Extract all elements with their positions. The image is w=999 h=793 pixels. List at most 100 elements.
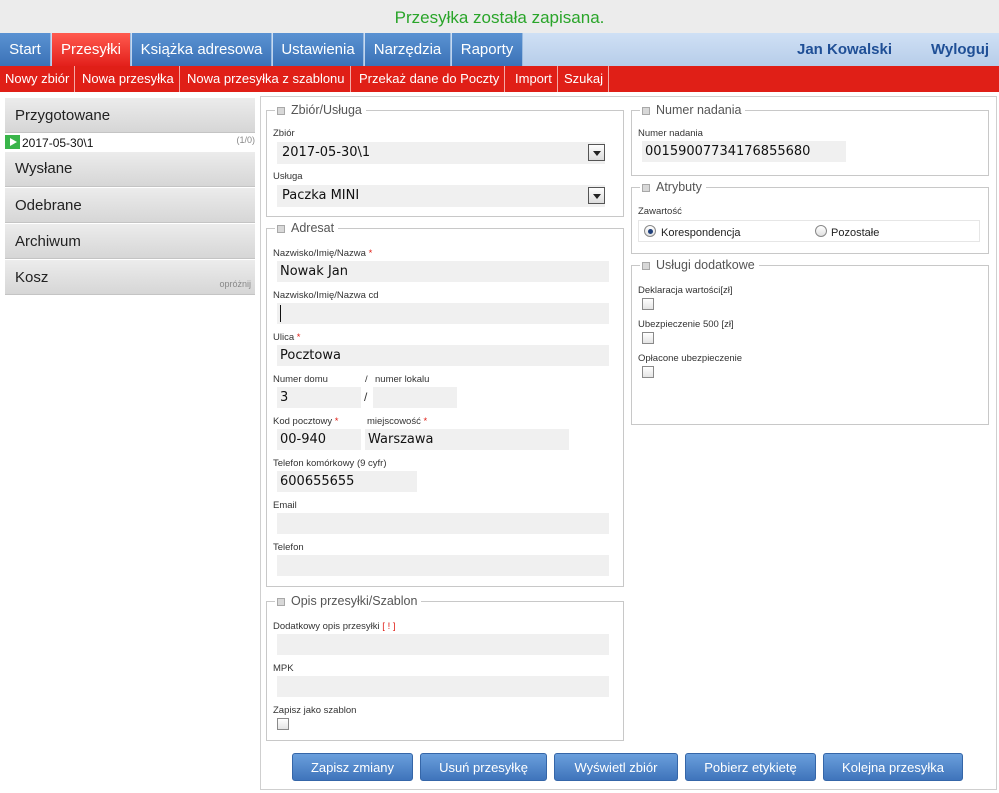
delete-shipment-button[interactable]: Usuń przesyłkę — [420, 753, 547, 781]
set-count: (1/0) — [236, 135, 255, 145]
fieldset-legend: Usługi dodatkowe — [640, 258, 759, 272]
tab-ksiazka-adresowa[interactable]: Książka adresowa — [132, 33, 272, 66]
street-label: Ulica * — [273, 332, 301, 343]
name-cd-input[interactable] — [277, 303, 609, 324]
insurance-checkbox[interactable] — [642, 332, 654, 344]
chevron-down-icon — [588, 187, 605, 204]
chevron-down-icon — [588, 144, 605, 161]
sidebar-item-odebrane[interactable]: Odebrane — [5, 188, 255, 223]
house-label: Numer domu — [273, 374, 328, 385]
mpk-label: MPK — [273, 663, 294, 674]
zbior-label: Zbiór — [273, 128, 295, 139]
fieldset-opis: Opis przesyłki/Szablon Dodatkowy opis pr… — [266, 594, 624, 741]
user-name: Jan Kowalski — [797, 41, 893, 58]
fieldset-legend: Numer nadania — [640, 103, 746, 117]
set-date: 2017-05-30\1 — [22, 136, 94, 150]
fieldset-adresat: Adresat Nazwisko/Imię/Nazwa * Nowak Jan … — [266, 221, 624, 587]
play-icon — [5, 135, 20, 149]
flat-label: numer lokalu — [375, 374, 430, 385]
status-bar: Przesyłka została zapisana. — [0, 0, 999, 33]
phone-input[interactable] — [277, 555, 609, 576]
name-label: Nazwisko/Imię/Nazwa * — [273, 248, 373, 259]
zbior-select[interactable]: 2017-05-30\1 — [277, 142, 605, 164]
fieldset-uslugi-dodatkowe: Usługi dodatkowe Deklaracja wartości[zł]… — [631, 258, 989, 425]
show-set-button[interactable]: Wyświetl zbiór — [554, 753, 678, 781]
collapse-icon[interactable] — [277, 107, 285, 115]
tab-start[interactable]: Start — [0, 33, 51, 66]
usluga-select[interactable]: Paczka MINI — [277, 185, 605, 207]
text-caret — [280, 305, 281, 322]
tracking-number-label: Numer nadania — [638, 128, 703, 139]
fieldset-numer-nadania: Numer nadania Numer nadania 001590077341… — [631, 103, 989, 176]
declared-value-checkbox[interactable] — [642, 298, 654, 310]
sidebar-item-wyslane[interactable]: Wysłane — [5, 152, 255, 187]
sidebar-subitem-set[interactable]: 2017-05-30\1 (1/0) — [5, 134, 255, 151]
mobile-input[interactable]: 600655655 — [277, 471, 417, 492]
save-template-label: Zapisz jako szablon — [273, 705, 357, 716]
radio-pozostale[interactable] — [815, 225, 827, 237]
tracking-number-value: 00159007734176855680 — [642, 141, 846, 162]
sidebar-item-kosz[interactable]: Kosz opróżnij — [5, 260, 255, 295]
postcode-input[interactable]: 00-940 — [277, 429, 361, 450]
sidebar-item-label: Kosz — [15, 269, 49, 286]
subnav-nowa-przesylka-z-szablonu[interactable]: Nowa przesyłka z szablonu — [182, 66, 351, 92]
city-input[interactable]: Warszawa — [365, 429, 569, 450]
declared-value-label: Deklaracja wartości[zł] — [638, 285, 733, 296]
tab-przesylki[interactable]: Przesyłki — [52, 33, 131, 66]
subnav-import[interactable]: Import — [510, 66, 558, 92]
mobile-label: Telefon komórkowy (9 cyfr) — [273, 458, 387, 469]
sidebar-item-label: Wysłane — [15, 160, 73, 177]
subnav-przekaz-dane[interactable]: Przekaż dane do Poczty — [354, 66, 506, 92]
slash-separator: / — [364, 390, 368, 404]
sidebar-item-archiwum[interactable]: Archiwum — [5, 224, 255, 259]
extra-desc-label: Dodatkowy opis przesyłki [ ! ] — [273, 621, 396, 632]
extra-desc-input[interactable] — [277, 634, 609, 655]
subnav-nowa-przesylka[interactable]: Nowa przesyłka — [77, 66, 180, 92]
shipment-form: Zbiór/Usługa Zbiór 2017-05-30\1 Usługa P… — [260, 96, 997, 790]
paid-insurance-checkbox[interactable] — [642, 366, 654, 378]
sidebar-item-label: Archiwum — [15, 233, 81, 250]
flat-input[interactable] — [373, 387, 457, 408]
flat-slash-label: / — [365, 374, 368, 385]
house-input[interactable]: 3 — [277, 387, 361, 408]
collapse-icon[interactable] — [642, 262, 650, 270]
radio-korespondencja-label: Korespondencja — [661, 227, 741, 239]
tab-raporty[interactable]: Raporty — [452, 33, 523, 66]
email-input[interactable] — [277, 513, 609, 534]
postcode-label: Kod pocztowy * — [273, 416, 339, 427]
subnav-szukaj[interactable]: Szukaj — [559, 66, 610, 92]
fieldset-legend: Zbiór/Usługa — [275, 103, 366, 117]
collapse-icon[interactable] — [642, 107, 650, 115]
name-input[interactable]: Nowak Jan — [277, 261, 609, 282]
collapse-icon[interactable] — [277, 225, 285, 233]
collapse-icon[interactable] — [642, 184, 650, 192]
insurance-label: Ubezpieczenie 500 [zł] — [638, 319, 734, 330]
download-label-button[interactable]: Pobierz etykietę — [685, 753, 816, 781]
subnav-nowy-zbior[interactable]: Nowy zbiór — [0, 66, 76, 92]
save-changes-button[interactable]: Zapisz zmiany — [292, 753, 413, 781]
radio-korespondencja[interactable] — [644, 225, 656, 237]
fieldset-zbior-usluga: Zbiór/Usługa Zbiór 2017-05-30\1 Usługa P… — [266, 103, 624, 217]
street-input[interactable]: Pocztowa — [277, 345, 609, 366]
radio-pozostale-label: Pozostałe — [831, 227, 880, 239]
email-label: Email — [273, 500, 297, 511]
content-radio-group: Korespondencja Pozostałe — [638, 220, 980, 242]
tab-ustawienia[interactable]: Ustawienia — [273, 33, 364, 66]
status-message: Przesyłka została zapisana. — [394, 8, 605, 27]
sidebar-item-przygotowane[interactable]: Przygotowane — [5, 98, 255, 133]
mpk-input[interactable] — [277, 676, 609, 697]
fieldset-legend: Adresat — [275, 221, 339, 235]
tab-narzedzia[interactable]: Narzędzia — [365, 33, 451, 66]
city-label: miejscowość * — [367, 416, 428, 427]
name-cd-label: Nazwisko/Imię/Nazwa cd — [273, 290, 379, 301]
fieldset-atrybuty: Atrybuty Zawartość Korespondencja Pozost… — [631, 180, 989, 254]
logout-link[interactable]: Wyloguj — [931, 41, 989, 58]
empty-trash-link[interactable]: opróżnij — [219, 279, 251, 289]
collapse-icon[interactable] — [277, 598, 285, 606]
sidebar-item-label: Odebrane — [15, 197, 82, 214]
next-shipment-button[interactable]: Kolejna przesyłka — [823, 753, 963, 781]
fieldset-legend: Atrybuty — [640, 180, 706, 194]
save-template-checkbox[interactable] — [277, 718, 289, 730]
fieldset-legend: Opis przesyłki/Szablon — [275, 594, 422, 608]
phone-label: Telefon — [273, 542, 304, 553]
